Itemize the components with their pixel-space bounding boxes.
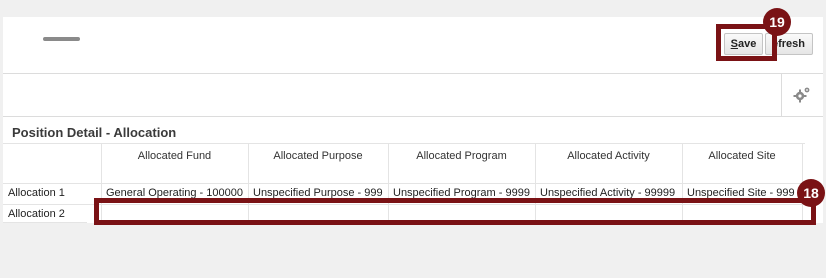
grid-header-top-border: [3, 143, 805, 144]
callout-row-highlight: [94, 198, 816, 225]
column-header-purpose[interactable]: Allocated Purpose: [248, 150, 388, 162]
column-header-site[interactable]: Allocated Site: [682, 150, 802, 162]
gear-icon: [793, 87, 809, 103]
column-header-program[interactable]: Allocated Program: [388, 150, 535, 162]
settings-button[interactable]: [781, 74, 821, 116]
content-toolbar: [3, 73, 823, 117]
callout-badge-18: 18: [797, 179, 825, 207]
section-title: Position Detail - Allocation: [12, 125, 177, 140]
row-label-allocation-1: Allocation 1: [8, 187, 65, 199]
drag-handle-icon[interactable]: [43, 37, 80, 41]
row-separator: [3, 183, 803, 184]
row-separator: [3, 222, 87, 223]
row-label-allocation-2: Allocation 2: [8, 208, 65, 220]
column-header-activity[interactable]: Allocated Activity: [535, 150, 682, 162]
callout-badge-19: 19: [763, 8, 791, 36]
column-header-fund[interactable]: Allocated Fund: [101, 150, 248, 162]
